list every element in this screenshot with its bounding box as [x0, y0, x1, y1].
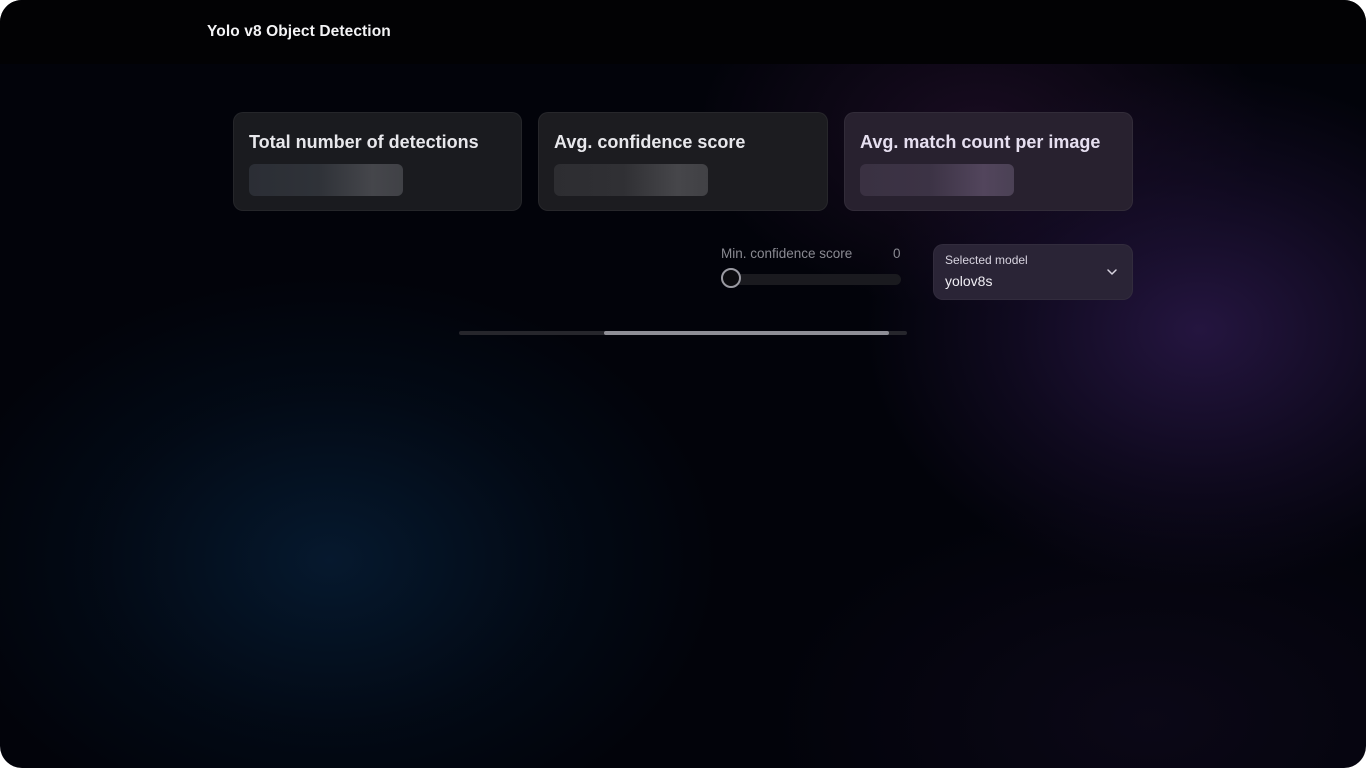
- stat-card-title: Avg. match count per image: [860, 132, 1101, 152]
- stat-card-title: Avg. confidence score: [554, 132, 746, 152]
- loading-skeleton: [249, 164, 403, 196]
- loading-progress-bar: [604, 331, 889, 335]
- model-select[interactable]: Selected model yolov8s: [933, 244, 1133, 300]
- confidence-value: 0: [893, 246, 901, 261]
- app-header: Yolo v8 Object Detection: [0, 0, 1366, 64]
- stat-card-avg-match-count: Avg. match count per image: [844, 112, 1133, 211]
- confidence-slider[interactable]: [721, 274, 901, 285]
- stat-card-total-detections: Total number of detections: [233, 112, 522, 211]
- confidence-label: Min. confidence score: [721, 246, 853, 261]
- chevron-down-icon: [1107, 269, 1117, 275]
- loading-skeleton: [860, 164, 1014, 196]
- app-title: Yolo v8 Object Detection: [207, 23, 391, 40]
- model-select-value: yolov8s: [945, 273, 993, 289]
- stat-card-avg-confidence: Avg. confidence score: [538, 112, 828, 211]
- stat-card-title: Total number of detections: [249, 132, 479, 152]
- confidence-slider-thumb[interactable]: [721, 268, 741, 288]
- loading-skeleton: [554, 164, 708, 196]
- app-window: Yolo v8 Object Detection Total number of…: [0, 0, 1366, 768]
- model-select-label: Selected model: [945, 253, 1028, 267]
